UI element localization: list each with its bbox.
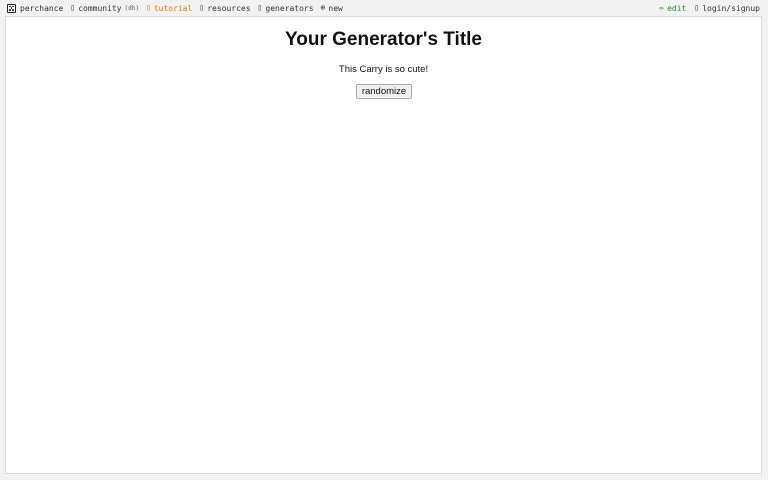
generators-label: generators (265, 3, 314, 13)
nav-right: ✏ edit ▯ login/signup (651, 1, 760, 15)
community-badge: (dh) (124, 4, 139, 12)
community-label: community (78, 3, 122, 13)
nav-edit[interactable]: ✏ edit (659, 4, 686, 13)
nav-community[interactable]: ▯ community (dh) (70, 4, 139, 13)
nav-tutorial[interactable]: ▯ tutorial (146, 4, 192, 13)
generator-output-frame: Your Generator's Title This Carry is so … (5, 16, 762, 474)
nav-new[interactable]: ⊕ new (321, 4, 343, 13)
randomize-button[interactable]: randomize (356, 84, 412, 99)
nav-left: perchance ▯ community (dh) ▯ tutorial ▯ … (7, 1, 350, 15)
plus-circle-icon: ⊕ (320, 3, 326, 12)
nav-login[interactable]: ▯ login/signup (694, 4, 760, 13)
login-label: login/signup (702, 3, 760, 13)
resources-label: resources (207, 3, 251, 13)
dice-icon (7, 3, 16, 13)
generators-icon: ▯ (257, 3, 263, 12)
new-label: new (328, 3, 343, 13)
generator-title: Your Generator's Title (284, 29, 483, 50)
nav-generators[interactable]: ▯ generators (258, 4, 314, 13)
tutorial-label: tutorial (153, 3, 193, 13)
user-icon: ▯ (694, 3, 700, 12)
nav-brand-perchance[interactable]: perchance (7, 3, 64, 13)
generator-output-text: This Carry is so cute! (338, 64, 429, 75)
top-nav-bar: perchance ▯ community (dh) ▯ tutorial ▯ … (0, 0, 768, 16)
brand-label: perchance (20, 3, 64, 13)
pencil-icon: ✏ (659, 3, 665, 12)
book-icon: ▯ (146, 3, 151, 12)
resources-icon: ▯ (199, 3, 205, 12)
chat-icon: ▯ (70, 3, 76, 12)
nav-resources[interactable]: ▯ resources (199, 4, 250, 13)
edit-label: edit (667, 3, 687, 13)
